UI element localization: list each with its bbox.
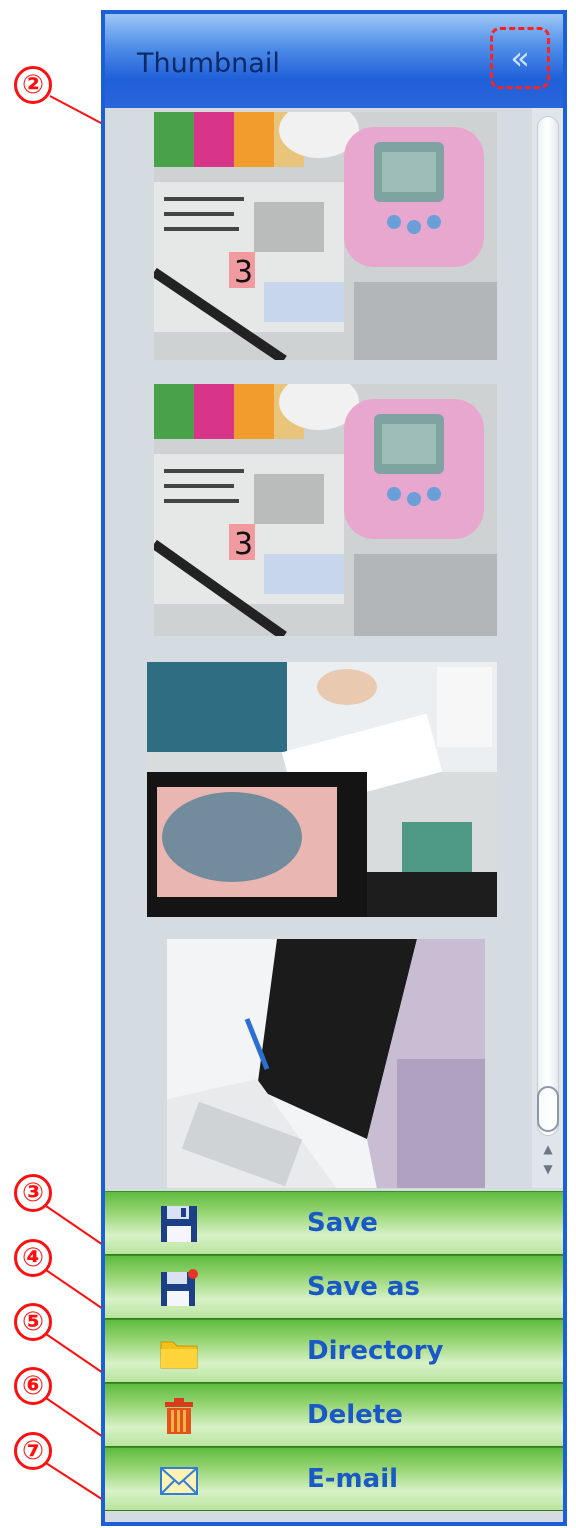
- panel-header: Thumbnail «: [105, 14, 563, 108]
- delete-label: Delete: [307, 1400, 403, 1430]
- thumbnail-2[interactable]: 3: [154, 384, 497, 636]
- thumbnail-2-number: 3: [234, 527, 253, 562]
- email-button[interactable]: E-mail: [105, 1447, 563, 1511]
- save-as-button[interactable]: Save as: [105, 1255, 563, 1319]
- thumbnail-2-image: 3: [154, 384, 497, 636]
- scroll-up-arrow-icon[interactable]: ▲: [538, 1140, 558, 1158]
- callout-7: ⑦: [14, 1432, 52, 1470]
- save-as-label: Save as: [307, 1272, 420, 1302]
- collapse-panel-button[interactable]: «: [490, 27, 550, 89]
- thumbnail-4[interactable]: [167, 939, 485, 1188]
- floppy-disk-star-icon: [161, 1269, 198, 1306]
- thumbnail-panel: Thumbnail « 3 3 ▲ ▼ Save Save as Directo…: [101, 10, 567, 1526]
- scrollbar-track[interactable]: [537, 116, 559, 1136]
- callout-4: ④: [14, 1239, 52, 1277]
- action-list: Save Save as Directory Delete E-mail: [105, 1191, 563, 1511]
- thumbnail-1-image: 3: [154, 112, 497, 360]
- thumbnail-3[interactable]: [147, 662, 497, 917]
- callout-6: ⑥: [14, 1367, 52, 1405]
- directory-button[interactable]: Directory: [105, 1319, 563, 1383]
- thumbnail-scrollbar[interactable]: ▲ ▼: [532, 108, 563, 1188]
- callout-5: ⑤: [14, 1303, 52, 1341]
- floppy-disk-icon: [161, 1206, 197, 1242]
- email-label: E-mail: [307, 1464, 399, 1494]
- save-label: Save: [307, 1208, 378, 1238]
- delete-button[interactable]: Delete: [105, 1383, 563, 1447]
- scrollbar-thumb[interactable]: [537, 1086, 559, 1132]
- scroll-down-arrow-icon[interactable]: ▼: [538, 1160, 558, 1178]
- thumbnail-1[interactable]: 3: [154, 112, 497, 360]
- panel-title: Thumbnail: [137, 48, 280, 79]
- trash-can-icon: [165, 1398, 193, 1434]
- double-chevron-left-icon: «: [510, 39, 530, 77]
- save-button[interactable]: Save: [105, 1191, 563, 1255]
- envelope-icon: [160, 1467, 198, 1495]
- thumbnail-list[interactable]: 3 3: [105, 108, 563, 1188]
- thumbnail-4-image: [167, 939, 485, 1188]
- callout-3: ③: [14, 1174, 52, 1212]
- thumbnail-1-number: 3: [234, 255, 253, 290]
- callout-2: ②: [14, 66, 52, 104]
- directory-label: Directory: [307, 1336, 444, 1366]
- folder-icon: [160, 1341, 198, 1369]
- thumbnail-3-image: [147, 662, 497, 917]
